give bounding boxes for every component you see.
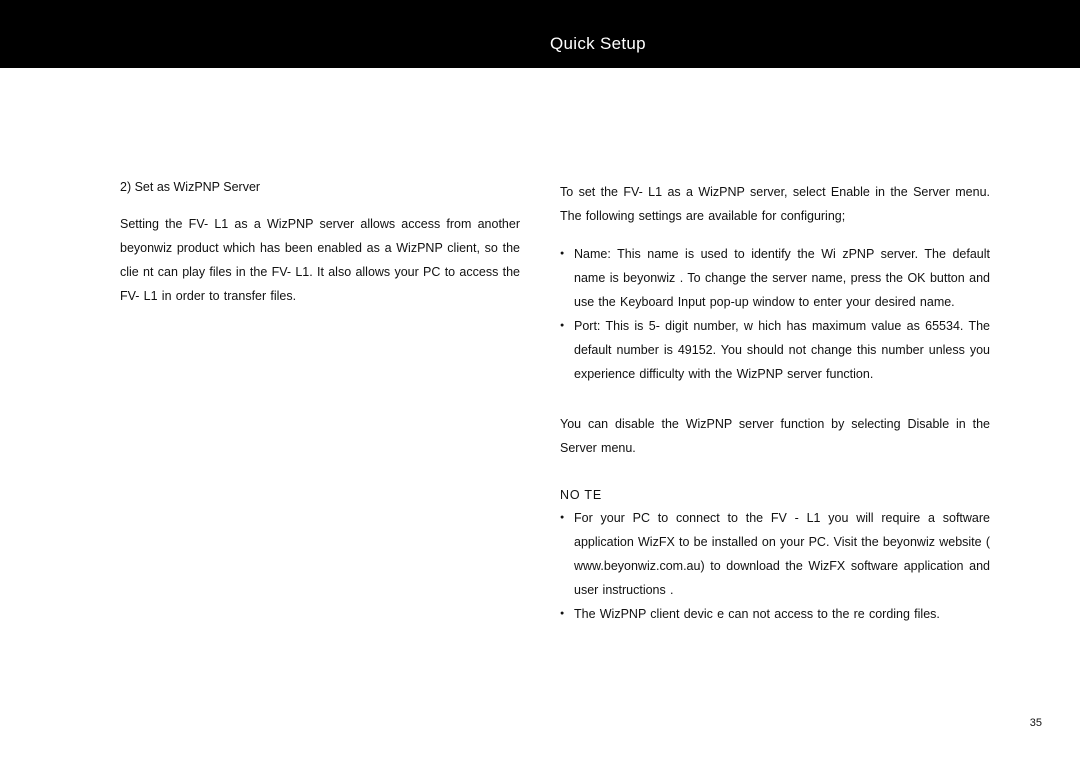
right-column: To set the FV- L1 as a WizPNP server, se… bbox=[560, 180, 990, 640]
config-bullet-list: Name: This name is used to identify the … bbox=[560, 242, 990, 386]
list-item: Name: This name is used to identify the … bbox=[560, 242, 990, 314]
disable-paragraph: You can disable the WizPNP server functi… bbox=[560, 412, 990, 460]
subheading: 2) Set as WizPNP Server bbox=[120, 180, 520, 194]
left-paragraph: Setting the FV- L1 as a WizPNP server al… bbox=[120, 212, 520, 308]
list-item: For your PC to connect to the FV - L1 yo… bbox=[560, 506, 990, 602]
note-bullet-list: For your PC to connect to the FV - L1 yo… bbox=[560, 506, 990, 626]
right-intro-paragraph: To set the FV- L1 as a WizPNP server, se… bbox=[560, 180, 990, 228]
page-number: 35 bbox=[1030, 717, 1042, 729]
header-band: Quick Setup bbox=[0, 0, 1080, 68]
list-item: The WizPNP client devic e can not access… bbox=[560, 602, 990, 626]
left-column: 2) Set as WizPNP Server Setting the FV- … bbox=[120, 180, 520, 640]
note-label: NO TE bbox=[560, 488, 990, 502]
content-area: 2) Set as WizPNP Server Setting the FV- … bbox=[0, 68, 1080, 640]
page-header-title: Quick Setup bbox=[550, 34, 1080, 54]
list-item: Port: This is 5- digit number, w hich ha… bbox=[560, 314, 990, 386]
